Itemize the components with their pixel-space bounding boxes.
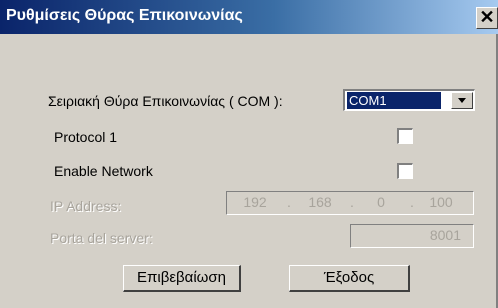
ip-octet-1: 192 [243, 194, 267, 210]
com-port-selected-value: COM1 [346, 91, 442, 110]
ip-address-label: IP Address: [50, 198, 122, 214]
server-port-field[interactable]: 8001 [350, 224, 474, 248]
ip-separator: . [410, 194, 414, 210]
port-settings-dialog: Ρυθμίσεις Θύρας Επικοινωνίας ✕ Σειριακή … [0, 0, 498, 308]
close-button[interactable]: ✕ [476, 7, 498, 29]
com-port-select[interactable]: COM1 [343, 89, 475, 111]
com-port-label: Σειριακή Θύρα Επικοινωνίας ( COM ): [48, 93, 283, 109]
title-bar[interactable]: Ρυθμίσεις Θύρας Επικοινωνίας ✕ [0, 0, 498, 34]
ip-separator: . [287, 194, 291, 210]
confirm-button[interactable]: Επιβεβαίωση [123, 265, 241, 292]
ip-octet-2: 168 [308, 194, 332, 210]
protocol-label: Protocol 1 [54, 129, 118, 145]
window-title: Ρυθμίσεις Θύρας Επικοινωνίας [6, 7, 243, 24]
exit-button[interactable]: Έξοδος [289, 265, 410, 292]
dropdown-button[interactable] [451, 92, 473, 109]
enable-network-checkbox[interactable] [397, 163, 413, 179]
ip-address-field[interactable]: 192 . 168 . 0 . 100 [226, 191, 474, 215]
chevron-down-icon [458, 98, 466, 103]
server-port-label: Porta del server: [50, 230, 153, 246]
ip-separator: . [350, 194, 354, 210]
ip-octet-4: 100 [429, 194, 453, 210]
ip-octet-3: 0 [377, 194, 385, 210]
protocol-checkbox[interactable] [397, 128, 413, 144]
close-icon: ✕ [479, 7, 495, 27]
enable-network-label: Enable Network [54, 163, 153, 179]
